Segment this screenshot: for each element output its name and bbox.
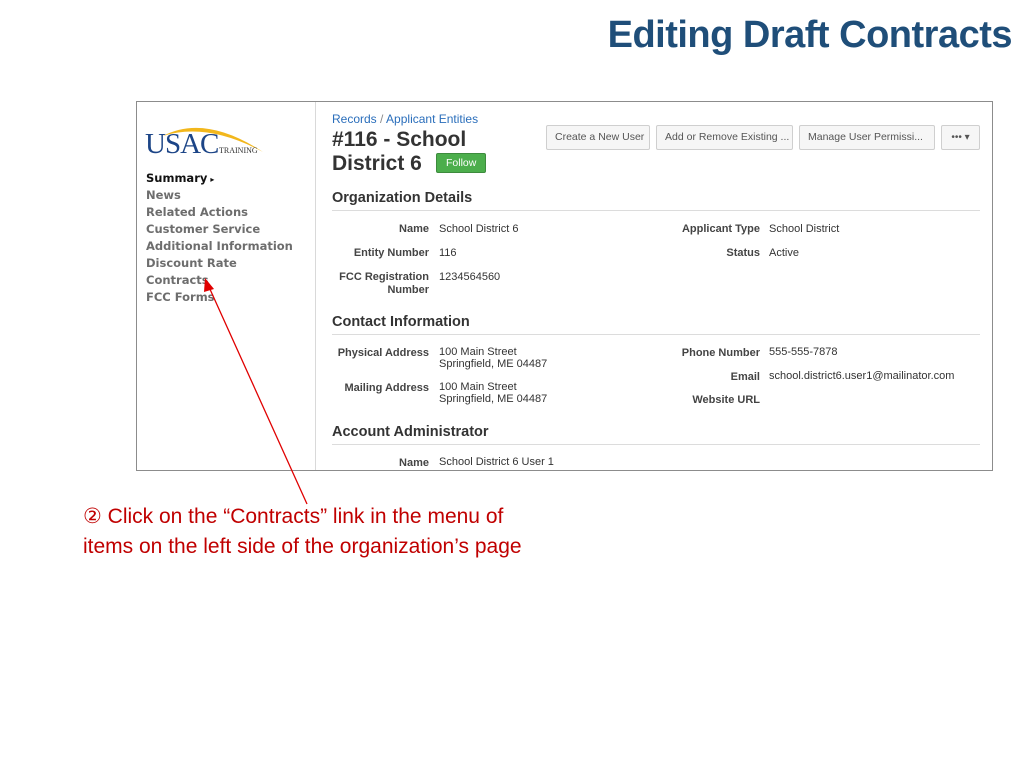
sidebar-item-additional-information[interactable]: Additional Information — [146, 238, 293, 255]
sidebar-item-contracts[interactable]: Contracts — [146, 272, 293, 289]
logo-subtext: TRAINING — [219, 146, 258, 155]
create-user-button[interactable]: Create a New User — [546, 125, 650, 150]
more-dots-icon: ••• — [951, 132, 962, 143]
caption-line1: ② Click on the “Contracts” link in the m… — [83, 505, 504, 528]
phone-number-value: 555-555-7878 — [769, 346, 838, 358]
sidebar-nav: Summary ▸ News Related Actions Customer S… — [146, 170, 293, 306]
applicant-type-label: Applicant Type — [681, 223, 760, 235]
sidebar-item-related-actions[interactable]: Related Actions — [146, 204, 293, 221]
admin-name-label: Name — [399, 457, 429, 469]
sidebar-item-fcc-forms[interactable]: FCC Forms — [146, 289, 293, 306]
mailing-address-line1: 100 Main Street — [439, 381, 517, 393]
chevron-down-icon: ▾ — [964, 132, 970, 143]
section-organization-details: Organization Details — [332, 190, 980, 211]
status-label: Status — [726, 247, 760, 259]
section-contact-information: Contact Information — [332, 314, 980, 335]
more-actions-button[interactable]: ••• ▾ — [941, 125, 980, 150]
applicant-type-value: School District — [769, 223, 840, 235]
sidebar-item-customer-service[interactable]: Customer Service — [146, 221, 293, 238]
section-account-administrator: Account Administrator — [332, 424, 980, 445]
email-label: Email — [730, 371, 760, 383]
add-remove-existing-button[interactable]: Add or Remove Existing ... — [656, 125, 793, 150]
breadcrumb-applicant-entities[interactable]: Applicant Entities — [386, 112, 478, 126]
email-value[interactable]: school.district6.user1@mailinator.com — [769, 370, 954, 382]
status-value: Active — [769, 247, 799, 259]
name-label: Name — [399, 223, 429, 235]
sidebar-item-summary[interactable]: Summary ▸ — [146, 170, 293, 187]
instruction-caption: ② Click on the “Contracts” link in the m… — [83, 502, 603, 562]
manage-permissions-button[interactable]: Manage User Permissi... — [799, 125, 935, 150]
physical-address-line2: Springfield, ME 04487 — [439, 358, 548, 370]
fcc-registration-label: FCC Registration Number — [339, 271, 429, 296]
entity-number-value: 116 — [439, 247, 457, 259]
mailing-address-line2: Springfield, ME 04487 — [439, 393, 548, 405]
physical-address-line1: 100 Main Street — [439, 346, 517, 358]
phone-number-label: Phone Number — [681, 347, 760, 359]
breadcrumb-separator: / — [380, 112, 384, 126]
follow-button[interactable]: Follow — [436, 153, 487, 173]
entity-number-label: Entity Number — [353, 247, 429, 259]
caption-line2: items on the left side of the organizati… — [83, 535, 522, 558]
usac-logo: USAC TRAINING — [145, 114, 270, 160]
breadcrumb-records[interactable]: Records — [332, 112, 377, 126]
sidebar-item-label: Summary — [146, 171, 208, 185]
toolbar: Create a New User Add or Remove Existing… — [546, 125, 980, 150]
logo-text: USAC — [145, 128, 219, 160]
breadcrumb: Records / Applicant Entities — [332, 112, 478, 126]
entity-main: Records / Applicant Entities #116 - Scho… — [332, 102, 980, 470]
mailing-address-label: Mailing Address — [344, 382, 429, 394]
fcc-registration-value: 1234564560 — [439, 271, 501, 283]
screenshot-frame: USAC TRAINING Summary ▸ News Related Acti… — [136, 101, 993, 471]
website-url-label: Website URL — [692, 394, 760, 406]
caret-right-icon: ▸ — [210, 175, 215, 184]
admin-name-value: School District 6 User 1 — [439, 456, 554, 468]
sidebar-item-news[interactable]: News — [146, 187, 293, 204]
physical-address-label: Physical Address — [337, 347, 429, 359]
sidebar-item-discount-rate[interactable]: Discount Rate — [146, 255, 293, 272]
slide-title: Editing Draft Contracts — [607, 14, 1013, 56]
name-value: School District 6 — [439, 223, 519, 235]
page-title-line1: #116 - School — [332, 128, 467, 151]
sidebar: USAC TRAINING Summary ▸ News Related Acti… — [137, 102, 316, 470]
page-title: #116 - School District 6 — [332, 128, 532, 176]
page-title-line2: District 6 — [332, 152, 422, 175]
